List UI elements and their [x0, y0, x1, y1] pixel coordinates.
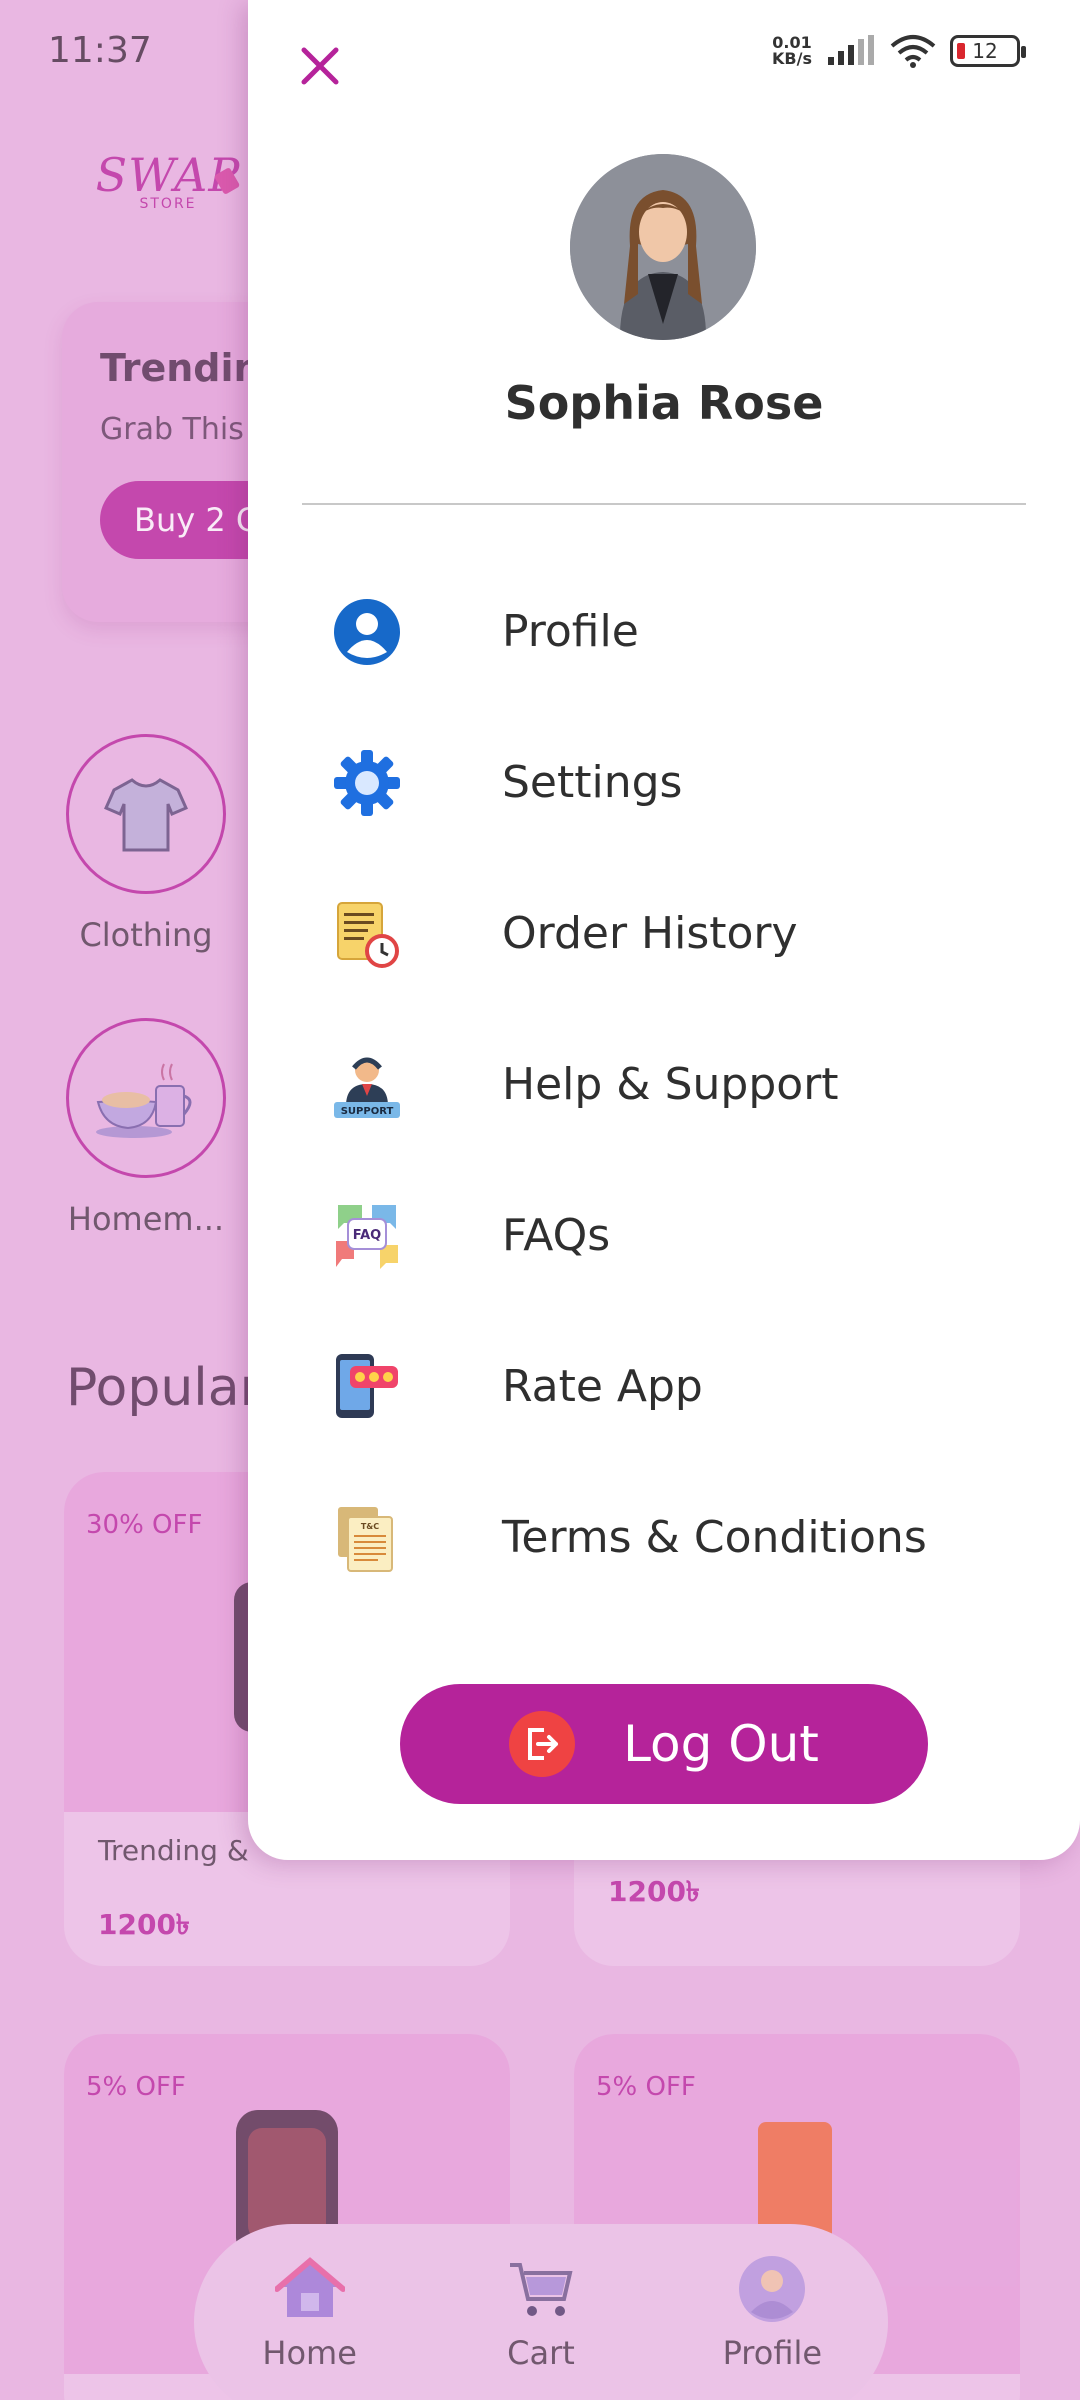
menu-item-terms-conditions[interactable]: T&C Terms & Conditions [330, 1462, 1030, 1613]
menu-label: Settings [502, 757, 683, 808]
divider [302, 503, 1026, 505]
gear-icon [330, 746, 404, 820]
menu-item-settings[interactable]: Settings [330, 707, 1030, 858]
phone-stars-icon [330, 1350, 404, 1424]
signal-icon [828, 35, 874, 65]
close-icon [301, 47, 339, 85]
logout-icon [509, 1711, 576, 1777]
wifi-icon [890, 35, 936, 68]
menu-item-rate-app[interactable]: Rate App [330, 1311, 1030, 1462]
document-icon: T&C [330, 1501, 404, 1575]
menu-label: Profile [502, 606, 639, 657]
drawer-menu: Profile Settings Order History SUPPORT H… [330, 556, 1030, 1613]
svg-text:T&C: T&C [361, 1522, 379, 1531]
network-speed: 0.01 KB/s [772, 33, 812, 68]
menu-label: Help & Support [502, 1059, 839, 1110]
menu-item-order-history[interactable]: Order History [330, 858, 1030, 1009]
side-drawer: 0.01 KB/s 12 Sophia Rose Profile Setting… [248, 0, 1080, 1860]
svg-text:SUPPORT: SUPPORT [341, 1106, 394, 1117]
svg-text:FAQ: FAQ [353, 1228, 382, 1243]
menu-label: Rate App [502, 1361, 703, 1412]
user-circle-icon [330, 595, 404, 669]
close-button[interactable] [288, 34, 352, 98]
logout-label: Log Out [623, 1715, 819, 1773]
menu-item-faqs[interactable]: FAQ FAQs [330, 1160, 1030, 1311]
menu-item-help-support[interactable]: SUPPORT Help & Support [330, 1009, 1030, 1160]
menu-label: Terms & Conditions [502, 1512, 927, 1563]
avatar[interactable] [570, 154, 756, 340]
support-agent-icon: SUPPORT [330, 1048, 404, 1122]
receipt-clock-icon [330, 897, 404, 971]
menu-item-profile[interactable]: Profile [330, 556, 1030, 707]
menu-label: Order History [502, 908, 798, 959]
logout-button[interactable]: Log Out [400, 1684, 928, 1804]
battery-level: 12 [972, 39, 998, 63]
faq-bubbles-icon: FAQ [330, 1199, 404, 1273]
status-icons: 0.01 KB/s 12 [772, 33, 1026, 68]
battery-icon: 12 [950, 35, 1026, 67]
menu-label: FAQs [502, 1210, 611, 1261]
user-name: Sophia Rose [504, 376, 824, 430]
